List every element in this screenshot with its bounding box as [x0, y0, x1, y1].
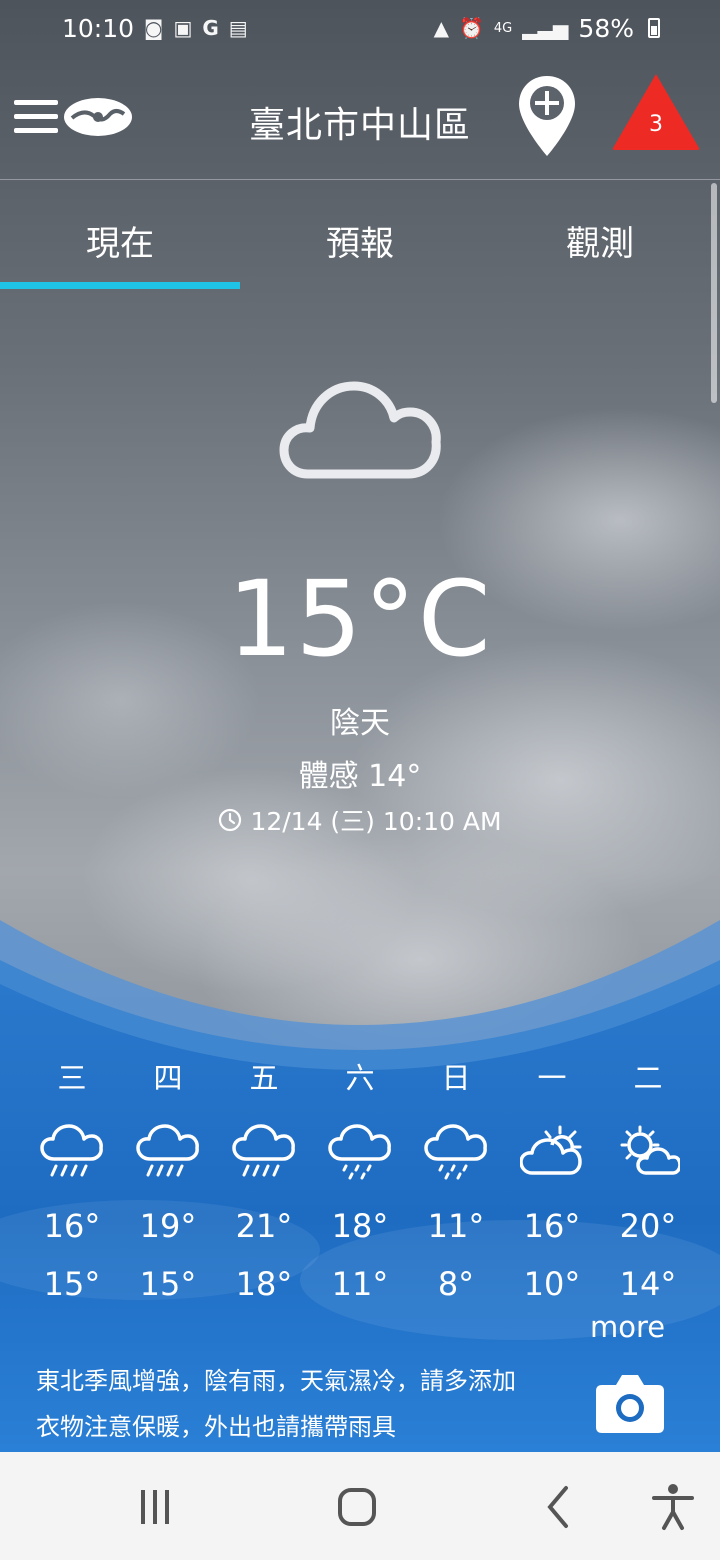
home-icon[interactable]: [332, 1482, 382, 1532]
accessibility-icon[interactable]: [648, 1482, 698, 1532]
sim-icon: ▤: [228, 16, 248, 40]
app-bar: 臺北市中山區 3: [0, 56, 720, 180]
forecast-day[interactable]: 三 16° 15°: [24, 1055, 120, 1303]
forecast-day[interactable]: 四 19° 15°: [120, 1055, 216, 1303]
recent-apps-icon[interactable]: [130, 1482, 180, 1532]
screenshot-icon: ◙: [144, 16, 164, 40]
forecast-day[interactable]: 一 16° 10°: [504, 1055, 600, 1303]
app-notification-icon: ▣: [173, 16, 193, 40]
tab-forecast[interactable]: 預報: [240, 180, 480, 290]
forecast-low-temp: 8°: [437, 1265, 475, 1303]
status-bar: 10:10 ◙ ▣ G ▤ ▲ ⏰ 4G ▂▃▅ 58%: [0, 0, 720, 56]
network-type: 4G: [493, 20, 513, 36]
cloud-icon: [279, 381, 441, 479]
camera-icon[interactable]: [594, 1373, 666, 1435]
forecast-day-name: 六: [345, 1061, 375, 1095]
tab-observation[interactable]: 觀測: [480, 180, 720, 290]
updated-time-text: 12/14 (三) 10:10 AM: [250, 807, 502, 836]
lock-icon: ▲: [433, 16, 449, 40]
drizzle-cloud-icon: [424, 1124, 487, 1180]
forecast-day[interactable]: 五 21° 18°: [216, 1055, 312, 1303]
forecast-day-name: 一: [537, 1061, 567, 1095]
battery-icon: [648, 18, 660, 38]
forecast-day-name: 日: [441, 1061, 471, 1095]
forecast-high-temp: 16°: [523, 1207, 581, 1245]
forecast-day-name: 二: [633, 1061, 663, 1095]
forecast-low-temp: 15°: [43, 1265, 101, 1303]
forecast-day[interactable]: 六 18° 11°: [312, 1055, 408, 1303]
alert-button[interactable]: 3: [611, 72, 701, 152]
forecast-day-name: 五: [249, 1061, 279, 1095]
rain-cloud-icon: [232, 1124, 295, 1177]
forecast-low-temp: 10°: [523, 1265, 581, 1303]
forecast-day[interactable]: 二 20° 14°: [600, 1055, 696, 1303]
sunny-cloud-icon: [620, 1125, 680, 1175]
battery-percent: 58%: [578, 13, 634, 43]
alarm-icon: ⏰: [459, 16, 484, 40]
google-icon: G: [202, 16, 219, 40]
rain-cloud-icon: [40, 1124, 103, 1177]
forecast-high-temp: 20°: [619, 1207, 677, 1245]
weather-condition: 陰天: [330, 706, 390, 741]
forecast-low-temp: 15°: [139, 1265, 197, 1303]
scrollbar[interactable]: [711, 183, 717, 403]
forecast-high-temp: 19°: [139, 1207, 197, 1245]
drizzle-cloud-icon: [328, 1124, 391, 1180]
current-temperature: 15°C: [227, 558, 493, 680]
feels-like-temperature: 體感 14°: [298, 759, 422, 794]
system-nav-bar: [0, 1452, 720, 1560]
more-link[interactable]: more: [590, 1310, 665, 1344]
advisory-line: 衣物注意保暖，外出也請攜帶雨具: [36, 1413, 396, 1441]
forecast-high-temp: 18°: [331, 1207, 389, 1245]
clock-icon: [219, 808, 242, 832]
weekly-forecast: 三 16° 15° 四 19° 15° 五 21° 18° 六 18° 11° 日 11° 8° 一 16° 10…: [24, 1055, 696, 1303]
advisory-line: 東北季風增強，陰有雨，天氣濕冷，請多添加: [36, 1367, 516, 1395]
tab-bar: 現在 預報 觀測: [0, 180, 720, 290]
forecast-day[interactable]: 日 11° 8°: [408, 1055, 504, 1303]
forecast-low-temp: 14°: [619, 1265, 677, 1303]
forecast-high-temp: 21°: [235, 1207, 293, 1245]
weather-advisory: 東北季風增強，陰有雨，天氣濕冷，請多添加 衣物注意保暖，外出也請攜帶雨具: [36, 1358, 576, 1450]
back-icon[interactable]: [534, 1482, 584, 1532]
alert-count: 3: [649, 112, 663, 137]
forecast-day-name: 四: [153, 1061, 183, 1095]
tab-now[interactable]: 現在: [0, 180, 240, 290]
forecast-low-temp: 11°: [331, 1265, 389, 1303]
signal-icon: ▂▃▅: [522, 16, 569, 40]
status-time: 10:10: [62, 13, 135, 43]
add-location-pin-icon[interactable]: [516, 74, 578, 158]
partly-cloudy-icon: [520, 1125, 582, 1175]
forecast-day-name: 三: [57, 1061, 87, 1095]
forecast-low-temp: 18°: [235, 1265, 293, 1303]
updated-time: 12/14 (三) 10:10 AM: [0, 802, 720, 838]
forecast-high-temp: 16°: [43, 1207, 101, 1245]
forecast-high-temp: 11°: [427, 1207, 485, 1245]
rain-cloud-icon: [136, 1124, 199, 1177]
